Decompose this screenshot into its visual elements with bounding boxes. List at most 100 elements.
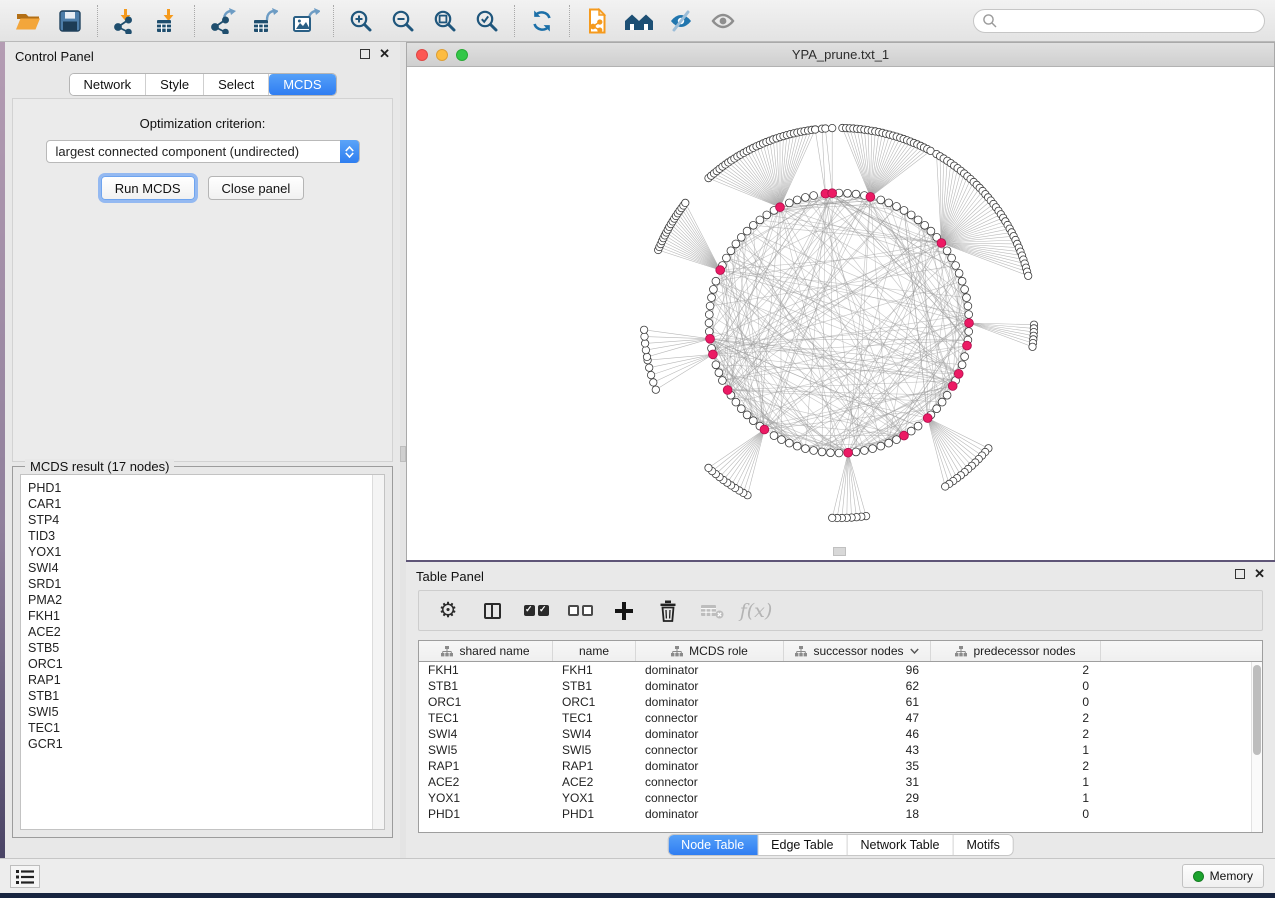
mcds-result-item[interactable]: TEC1 xyxy=(28,720,384,736)
horizontal-splitter-grip[interactable] xyxy=(833,547,846,556)
select-all-icon[interactable] xyxy=(519,596,553,626)
table-cell[interactable]: FKH1 xyxy=(553,662,636,678)
search-input[interactable] xyxy=(973,9,1265,33)
table-cell[interactable]: SWI4 xyxy=(419,726,553,742)
table-cell[interactable]: 96 xyxy=(784,662,931,678)
tab-motifs[interactable]: Motifs xyxy=(953,835,1012,855)
column-header-mcds-role[interactable]: MCDS role xyxy=(636,641,784,661)
table-scrollbar-thumb[interactable] xyxy=(1253,665,1261,755)
mcds-result-item[interactable]: STB5 xyxy=(28,640,384,656)
table-cell[interactable]: connector xyxy=(636,710,784,726)
tab-edge-table[interactable]: Edge Table xyxy=(758,835,847,855)
table-cell[interactable]: 31 xyxy=(784,774,931,790)
table-row[interactable]: YOX1YOX1connector291 xyxy=(419,790,1262,806)
table-cell[interactable]: 43 xyxy=(784,742,931,758)
mcds-result-item[interactable]: ACE2 xyxy=(28,624,384,640)
deselect-all-icon[interactable] xyxy=(563,596,597,626)
zoom-fit-icon[interactable] xyxy=(427,4,463,38)
column-header-name[interactable]: name xyxy=(553,641,636,661)
mcds-result-item[interactable]: YOX1 xyxy=(28,544,384,560)
close-panel-icon[interactable]: ✕ xyxy=(1254,569,1265,579)
mcds-result-item[interactable]: PMA2 xyxy=(28,592,384,608)
column-header-predecessor-nodes[interactable]: predecessor nodes xyxy=(931,641,1101,661)
table-row[interactable]: ORC1ORC1dominator610 xyxy=(419,694,1262,710)
table-cell[interactable]: dominator xyxy=(636,726,784,742)
tab-select[interactable]: Select xyxy=(204,74,269,95)
table-cell[interactable]: dominator xyxy=(636,678,784,694)
table-cell[interactable]: 35 xyxy=(784,758,931,774)
table-cell[interactable]: 1 xyxy=(931,790,1101,806)
show-column-icon[interactable] xyxy=(475,596,509,626)
table-cell[interactable]: dominator xyxy=(636,806,784,822)
zoom-out-icon[interactable] xyxy=(385,4,421,38)
export-table-icon[interactable] xyxy=(246,4,282,38)
table-cell[interactable]: 2 xyxy=(931,662,1101,678)
delete-column-icon[interactable] xyxy=(651,596,685,626)
show-graphics-details-icon[interactable] xyxy=(705,4,741,38)
hide-graphics-details-icon[interactable] xyxy=(663,4,699,38)
close-panel-icon[interactable]: ✕ xyxy=(379,49,390,59)
table-cell[interactable]: TEC1 xyxy=(419,710,553,726)
window-maximize-icon[interactable] xyxy=(456,49,468,61)
table-cell[interactable]: ACE2 xyxy=(419,774,553,790)
table-cell[interactable]: PHD1 xyxy=(553,806,636,822)
table-cell[interactable]: dominator xyxy=(636,694,784,710)
table-cell[interactable]: RAP1 xyxy=(553,758,636,774)
table-row[interactable]: RAP1RAP1dominator352 xyxy=(419,758,1262,774)
import-table-icon[interactable] xyxy=(149,4,185,38)
table-cell[interactable]: 0 xyxy=(931,694,1101,710)
table-cell[interactable]: 46 xyxy=(784,726,931,742)
table-row[interactable]: SWI4SWI4dominator462 xyxy=(419,726,1262,742)
table-scrollbar-track[interactable] xyxy=(1251,662,1262,832)
export-network-icon[interactable] xyxy=(204,4,240,38)
network-canvas[interactable] xyxy=(407,67,1274,560)
window-close-icon[interactable] xyxy=(416,49,428,61)
table-row[interactable]: FKH1FKH1dominator962 xyxy=(419,662,1262,678)
table-cell[interactable]: 18 xyxy=(784,806,931,822)
table-cell[interactable]: SWI5 xyxy=(553,742,636,758)
table-cell[interactable]: 2 xyxy=(931,710,1101,726)
table-cell[interactable]: STB1 xyxy=(553,678,636,694)
network-window-titlebar[interactable]: YPA_prune.txt_1 xyxy=(407,43,1274,67)
close-panel-button[interactable]: Close panel xyxy=(208,176,305,200)
table-cell[interactable]: SWI4 xyxy=(553,726,636,742)
table-cell[interactable]: connector xyxy=(636,774,784,790)
table-cell[interactable]: ORC1 xyxy=(419,694,553,710)
table-cell[interactable]: YOX1 xyxy=(553,790,636,806)
mcds-list-scrollbar[interactable] xyxy=(372,475,384,829)
mcds-result-item[interactable]: SRD1 xyxy=(28,576,384,592)
table-cell[interactable]: 2 xyxy=(931,758,1101,774)
table-cell[interactable]: 62 xyxy=(784,678,931,694)
table-cell[interactable]: 61 xyxy=(784,694,931,710)
table-cell[interactable]: dominator xyxy=(636,662,784,678)
tab-network-table[interactable]: Network Table xyxy=(848,835,954,855)
show-home-networks-icon[interactable] xyxy=(621,4,657,38)
mcds-result-item[interactable]: RAP1 xyxy=(28,672,384,688)
import-network-icon[interactable] xyxy=(107,4,143,38)
run-mcds-button[interactable]: Run MCDS xyxy=(101,176,195,200)
memory-button[interactable]: Memory xyxy=(1182,864,1264,888)
refresh-layout-icon[interactable] xyxy=(524,4,560,38)
open-file-icon[interactable] xyxy=(10,4,46,38)
table-cell[interactable]: SWI5 xyxy=(419,742,553,758)
table-row[interactable]: TEC1TEC1connector472 xyxy=(419,710,1262,726)
table-cell[interactable]: dominator xyxy=(636,758,784,774)
mcds-result-item[interactable]: FKH1 xyxy=(28,608,384,624)
zoom-selected-icon[interactable] xyxy=(469,4,505,38)
table-row[interactable]: PHD1PHD1dominator180 xyxy=(419,806,1262,822)
table-row[interactable]: ACE2ACE2connector311 xyxy=(419,774,1262,790)
float-panel-icon[interactable] xyxy=(1235,569,1245,579)
table-cell[interactable]: connector xyxy=(636,790,784,806)
tab-mcds[interactable]: MCDS xyxy=(269,74,335,95)
tab-style[interactable]: Style xyxy=(146,74,204,95)
add-column-icon[interactable] xyxy=(607,596,641,626)
tab-node-table[interactable]: Node Table xyxy=(668,835,758,855)
table-row[interactable]: STB1STB1dominator620 xyxy=(419,678,1262,694)
column-header-successor-nodes[interactable]: successor nodes xyxy=(784,641,931,661)
tab-network[interactable]: Network xyxy=(69,74,146,95)
table-cell[interactable]: FKH1 xyxy=(419,662,553,678)
mcds-result-item[interactable]: TID3 xyxy=(28,528,384,544)
table-cell[interactable]: 29 xyxy=(784,790,931,806)
mcds-result-item[interactable]: SWI4 xyxy=(28,560,384,576)
table-cell[interactable]: STB1 xyxy=(419,678,553,694)
